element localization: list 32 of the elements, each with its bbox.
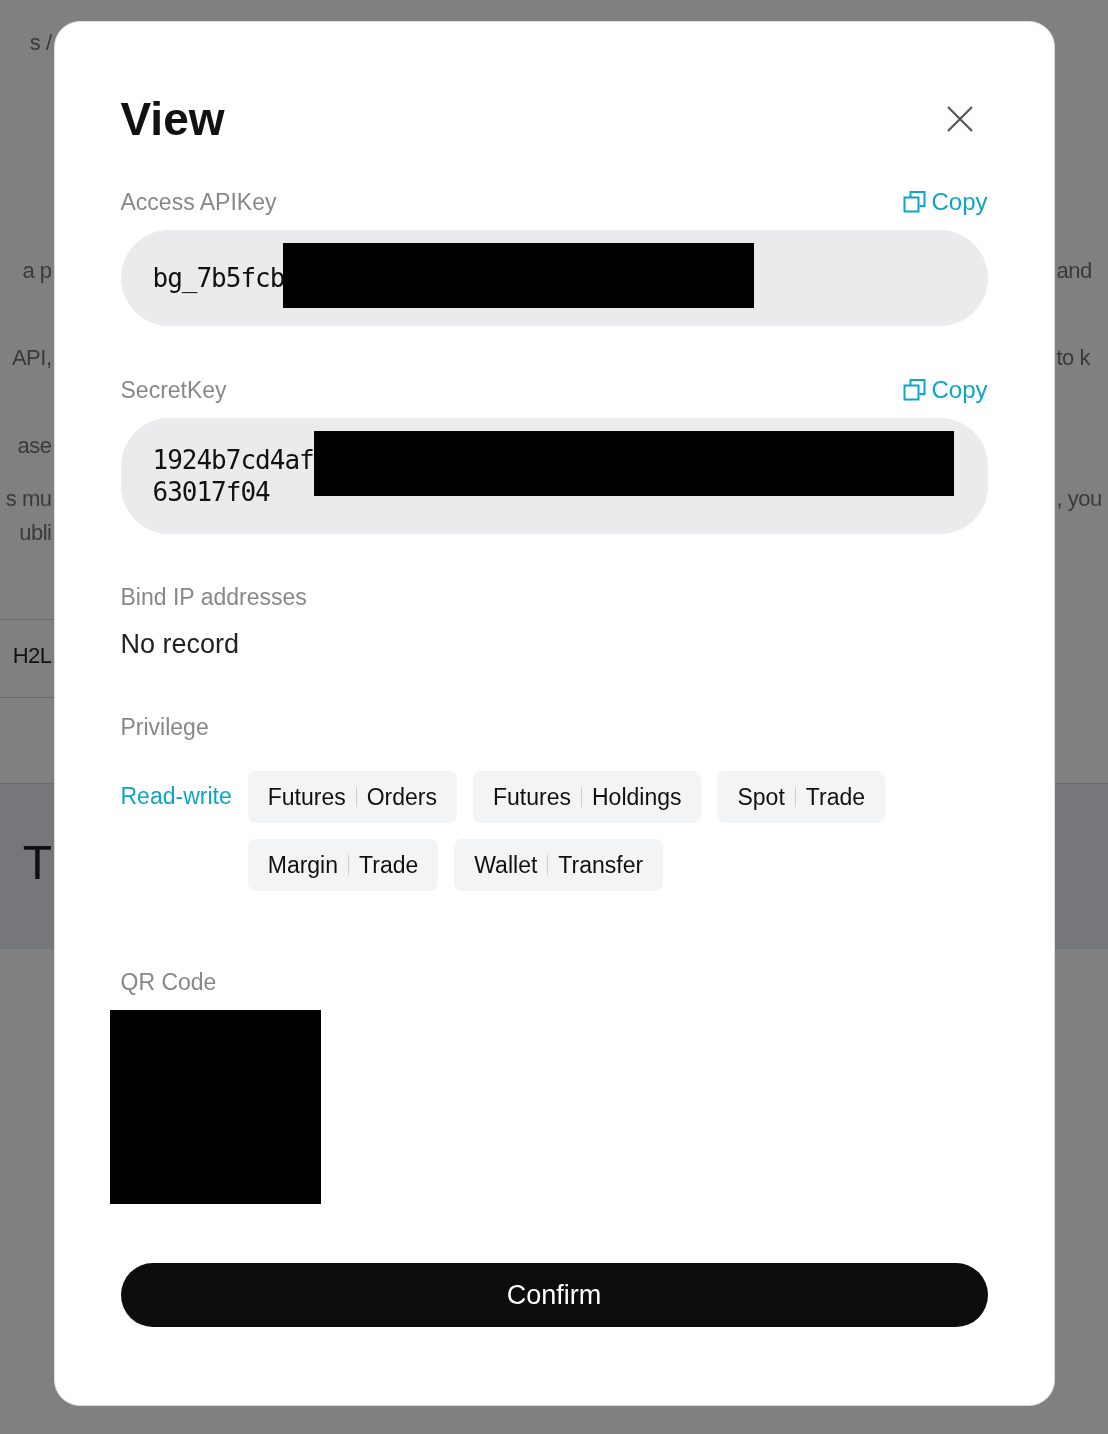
background-text: H2L [12,643,52,669]
background-text: s / [29,30,52,56]
privilege-tag: Wallet Transfer [454,839,664,891]
background-text: to k [1056,345,1090,371]
background-text: and [1056,258,1092,284]
privilege-tag: Spot Trade [717,771,886,823]
copy-icon [903,378,928,402]
background-text: s mu [5,486,52,512]
confirm-button[interactable]: Confirm [120,1263,988,1327]
copy-button[interactable]: Copy [903,376,988,404]
privilege-tag: Futures Holdings [473,771,702,823]
background-text: a p [22,258,52,284]
key-value: 1924b7cd4af 63017f04 [152,444,314,508]
field-label: Bind IP addresses [120,584,308,611]
copy-icon [903,190,928,214]
privilege-mode: Read-write [120,783,232,811]
copy-button[interactable]: Copy [903,188,988,216]
field-label: SecretKey [120,376,227,404]
close-icon[interactable] [945,105,974,133]
background-text: ase [17,433,52,459]
dialog-title: View [120,92,225,146]
background-text: ubli [19,520,52,546]
field-label: Access APIKey [120,188,277,216]
privilege-tag: Futures Orders [247,771,457,823]
field-label: Privilege [120,714,210,741]
ip-value: No record [120,629,241,660]
key-value: bg_7b5fcb [152,262,285,294]
field-label: QR Code [120,969,218,996]
background-text: API, [11,345,52,371]
privilege-tag: Margin Trade [247,839,439,891]
background-text: T [22,835,52,890]
background-text: , you [1056,486,1102,512]
